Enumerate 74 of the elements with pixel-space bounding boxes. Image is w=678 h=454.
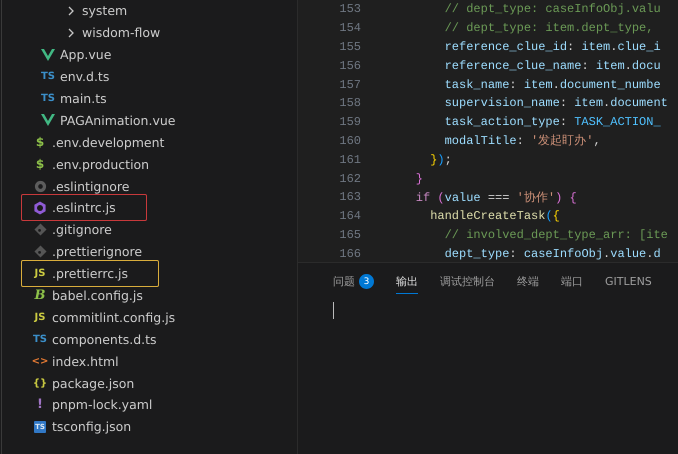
- chevron-icon[interactable]: [66, 4, 76, 17]
- folder-name[interactable]: system: [82, 3, 128, 18]
- panel-tab[interactable]: 端口: [561, 271, 583, 294]
- file-name[interactable]: .prettierignore: [52, 244, 142, 260]
- file-name[interactable]: .gitignore: [52, 222, 112, 238]
- code-line: handleCreateTask({: [429, 209, 560, 224]
- file-name[interactable]: commitlint.config.js: [52, 310, 176, 325]
- line-number: 156: [338, 58, 361, 73]
- file-type-icon: JS: [34, 268, 46, 280]
- vue-file-icon: [41, 48, 55, 61]
- line-number: 163: [338, 190, 361, 204]
- line-number: 162: [338, 172, 361, 186]
- eslint-file-icon: [33, 200, 47, 215]
- code-line: });: [429, 152, 452, 167]
- file-name[interactable]: .eslintrc.js: [52, 200, 116, 216]
- file-type-icon: $: [36, 135, 44, 150]
- file-name[interactable]: env.d.ts: [60, 69, 110, 84]
- code-line: reference_clue_name: item.docu: [444, 58, 661, 73]
- line-number: 161: [338, 152, 361, 167]
- file-name[interactable]: index.html: [52, 354, 119, 369]
- chevron-icon[interactable]: [66, 26, 76, 39]
- line-number: 160: [338, 134, 361, 148]
- file-type-icon: TS: [40, 93, 56, 104]
- panel-tab[interactable]: 输出: [396, 271, 418, 294]
- panel-tab[interactable]: 问题 3: [333, 271, 374, 294]
- file-type-icon: TS: [40, 71, 56, 82]
- code-line: dept_type: caseInfoObj.value.d: [444, 246, 661, 261]
- panel-tab[interactable]: GITLENS: [605, 272, 652, 293]
- file-name[interactable]: PAGAnimation.vue: [60, 112, 176, 128]
- code-line: }: [414, 172, 424, 186]
- line-number: 166: [338, 246, 361, 261]
- code-line: reference_clue_id: item.clue_i: [444, 40, 661, 54]
- line-number: 164: [338, 209, 361, 224]
- file-type-icon: $: [36, 157, 44, 172]
- line-number: 155: [338, 40, 361, 54]
- vue-file-icon: [41, 114, 55, 126]
- code-line: // involved_dept_type_arr: [ite: [444, 228, 668, 242]
- file-name[interactable]: pnpm-lock.yaml: [52, 397, 152, 412]
- file-name[interactable]: main.ts: [60, 91, 107, 106]
- file-name[interactable]: tsconfig.json: [52, 419, 132, 434]
- line-number: 153: [338, 2, 361, 16]
- file-name[interactable]: .env.development: [52, 134, 164, 150]
- file-name[interactable]: .eslintignore: [52, 178, 130, 194]
- git-file-icon: [34, 223, 46, 236]
- file-type-icon: B: [34, 288, 46, 304]
- code-line: task_action_type: TASK_ACTION_: [444, 115, 661, 130]
- code-line: // dept_type: caseInfoObj.valu: [444, 2, 661, 16]
- git-file-icon: [34, 245, 46, 258]
- code-line: if (value === '协作') {: [414, 190, 577, 206]
- folder-name[interactable]: wisdom-flow: [82, 25, 160, 40]
- file-type-icon: TS: [32, 334, 48, 345]
- code-line: task_name: item.document_numbe: [444, 78, 661, 92]
- file-name[interactable]: components.d.ts: [52, 332, 157, 347]
- count-badge: 3: [359, 274, 374, 289]
- file-name[interactable]: .env.production: [52, 156, 150, 172]
- code-line: modalTitle: '发起盯办',: [444, 133, 601, 150]
- file-name[interactable]: package.json: [52, 376, 134, 391]
- file-name[interactable]: App.vue: [60, 47, 112, 62]
- line-number: 158: [338, 96, 361, 110]
- file-type-icon: JS: [34, 312, 46, 323]
- text-cursor: [333, 302, 334, 319]
- line-number: 159: [338, 115, 361, 130]
- file-type-icon: {}: [32, 378, 48, 389]
- line-number: 165: [338, 228, 361, 242]
- code-line: // dept_type: item.dept_type,: [444, 21, 654, 36]
- file-type-icon: <>: [32, 356, 48, 367]
- line-number: 154: [338, 21, 361, 36]
- file-type-icon: !: [37, 397, 43, 412]
- file-name[interactable]: .prettierrc.js: [52, 266, 128, 282]
- file-name[interactable]: babel.config.js: [52, 288, 143, 304]
- line-number: 157: [338, 78, 361, 92]
- panel-tab[interactable]: 终端: [517, 271, 539, 294]
- code-line: supervision_name: item.document: [444, 96, 668, 110]
- panel-tab[interactable]: 调试控制台: [440, 271, 495, 294]
